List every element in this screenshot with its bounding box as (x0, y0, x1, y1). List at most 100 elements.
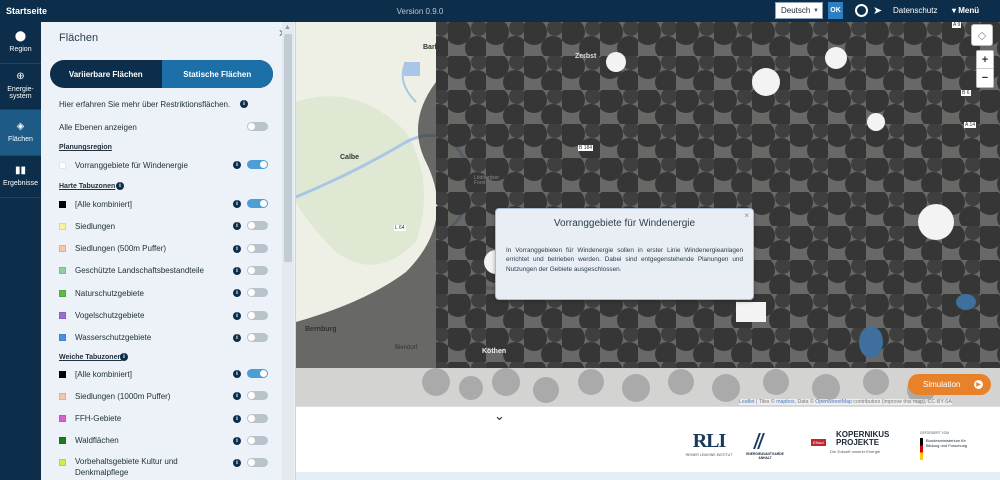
mapbox-link[interactable]: mapbox (776, 399, 794, 405)
kopernikus-logo-subtitle: Die Zukunft unserer Energie (830, 449, 881, 454)
bmbf-logo-text: Bundesministerium für Bildung und Forsch… (926, 438, 968, 448)
place-label: Lödderitzer Forst (474, 175, 500, 186)
leaflet-link[interactable]: Leaflet (739, 399, 755, 405)
panel-title: Flächen (59, 32, 99, 44)
privacy-link[interactable]: Datenschutz (893, 6, 937, 15)
scrollbar-thumb[interactable] (284, 34, 292, 262)
area-type-toggle: Variierbare Flächen Statische Flächen (50, 60, 273, 88)
place-label: Biendorf (395, 345, 418, 351)
areas-panel: Flächen ✕ Variierbare Flächen Statische … (41, 22, 296, 480)
left-navigation: ⬤ Region ⊕ Energie-system ◈ Flächen ▮▮ E… (0, 22, 41, 480)
zoom-out-button[interactable]: − (977, 69, 993, 87)
bar-chart-icon: ▮▮ (14, 165, 26, 177)
nav-item-region[interactable]: ⬤ Region (0, 22, 41, 64)
nav-item-label: Flächen (8, 135, 33, 143)
location-arrow-icon[interactable]: ➤ (873, 4, 882, 17)
popup-close-icon[interactable]: × (744, 211, 749, 220)
simulation-label: Simulation (923, 380, 961, 389)
layer-color-swatch (59, 289, 66, 297)
layer-toggle[interactable] (247, 369, 268, 378)
osm-link[interactable]: OpenStreetMap (815, 399, 852, 405)
place-label: Zerbst (575, 53, 597, 60)
place-label: Barby (423, 44, 443, 51)
layer-color-swatch (59, 245, 66, 253)
language-ok-button[interactable]: OK (828, 2, 843, 19)
nav-item-label: Ergebnisse (2, 179, 39, 187)
layer-toggle[interactable] (247, 458, 268, 468)
top-bar: Startseite Version 0.9.0 Deutsch ▼ OK ➤ … (0, 0, 1000, 22)
language-select[interactable]: Deutsch ▼ (775, 2, 823, 19)
layer-toggle[interactable] (247, 391, 268, 401)
map-attribution: Leaflet | Tiles © mapbox, Data © OpenStr… (739, 399, 952, 405)
layer-color-swatch (59, 437, 66, 445)
road-label: L 64 (394, 225, 406, 231)
rli-logo: RLI REINER LEMOINE INSTITUT (684, 431, 734, 457)
layer-toggle[interactable] (247, 413, 268, 423)
play-icon: ▶ (974, 380, 983, 389)
tab-static-areas[interactable]: Statische Flächen (161, 60, 273, 88)
show-all-layers-toggle[interactable] (247, 122, 268, 131)
place-label: Calbe (340, 154, 360, 161)
info-icon[interactable]: i (233, 333, 241, 342)
menu-button[interactable]: ▾ Menü (952, 6, 979, 15)
attribution-text: contributors (improve this map), CC-BY-S… (851, 399, 952, 405)
layer-toggle[interactable] (247, 221, 268, 231)
info-icon[interactable]: i (233, 200, 241, 208)
popup-title: Vorranggebiete für Windenergie (553, 218, 696, 229)
road-label: A 9 (952, 22, 962, 28)
layer-color-swatch (59, 267, 66, 275)
layer-toggle[interactable] (247, 288, 268, 298)
info-icon[interactable]: i (116, 182, 124, 190)
section-hard-zones: Harte Tabuzonen (59, 183, 116, 190)
layer-color-swatch (59, 200, 66, 208)
rli-logo-mark: RLI (692, 430, 727, 452)
layer-toggle[interactable] (247, 310, 268, 320)
place-label: Köthen (482, 348, 507, 355)
layer-toggle[interactable] (247, 199, 268, 208)
layer-color-swatch (59, 334, 66, 342)
info-icon[interactable]: i (233, 370, 241, 378)
layers-control-icon[interactable]: ◇ (971, 24, 993, 46)
info-icon[interactable]: i (233, 414, 241, 423)
menu-label: Menü (958, 6, 980, 15)
energieavantgarde-logo-text: ENERGIEAVANTGARDE ANHALT (746, 452, 784, 460)
enavi-badge: ENavi (811, 439, 826, 446)
info-icon[interactable]: i (120, 353, 128, 361)
rli-logo-subtitle: REINER LEMOINE INSTITUT (685, 453, 733, 457)
layer-toggle[interactable] (247, 243, 268, 253)
nav-item-energy-system[interactable]: ⊕ Energie-system (0, 64, 41, 110)
info-icon[interactable]: i (233, 436, 241, 445)
layer-color-swatch (59, 312, 66, 319)
layer-toggle[interactable] (247, 435, 268, 445)
footer-bottom-bar (296, 472, 1000, 480)
zoom-in-button[interactable]: + (977, 51, 993, 69)
scroll-up-icon[interactable]: ▲ (284, 24, 291, 31)
layer-toggle[interactable] (247, 332, 268, 342)
chevron-down-icon: ▼ (813, 7, 819, 14)
section-soft-zones: Weiche Tabuzonen (59, 354, 122, 361)
tab-variable-areas[interactable]: Variierbare Flächen (50, 60, 162, 88)
simulation-button[interactable]: Simulation ▶ (908, 374, 991, 395)
language-value: Deutsch (781, 6, 811, 15)
layer-label: Vorbehaltsgebiete Kultur und Denkmalpfle… (75, 457, 178, 478)
info-icon[interactable]: i (240, 100, 248, 108)
version-label: Version 0.9.0 (396, 6, 444, 16)
info-icon[interactable]: i (233, 266, 241, 275)
layer-toggle[interactable] (247, 160, 268, 169)
info-icon[interactable]: i (233, 244, 241, 253)
show-all-layers-label: Alle Ebenen anzeigen (59, 122, 137, 132)
place-label: Bernburg (305, 326, 337, 333)
layer-toggle[interactable] (247, 265, 268, 275)
info-icon[interactable]: i (233, 161, 241, 169)
nav-item-areas[interactable]: ◈ Flächen (0, 110, 41, 156)
restriction-info-text: Hier erfahren Sie mehr über Restriktions… (59, 99, 231, 109)
info-popup: × Vorranggebiete für Windenergie In Vorr… (495, 208, 754, 300)
panel-scrollbar[interactable]: ▲ (282, 22, 294, 480)
info-icon[interactable]: i (233, 311, 241, 320)
nav-item-results[interactable]: ▮▮ Ergebnisse (0, 156, 41, 198)
globe-icon[interactable] (855, 4, 868, 17)
energieavantgarde-logo: ENERGIEAVANTGARDE ANHALT (743, 433, 787, 460)
footer: ⌄ RLI REINER LEMOINE INSTITUT ENERGIEAVA… (296, 406, 1000, 480)
layer-color-swatch (59, 459, 66, 467)
chevron-down-icon[interactable]: ⌄ (494, 408, 505, 424)
